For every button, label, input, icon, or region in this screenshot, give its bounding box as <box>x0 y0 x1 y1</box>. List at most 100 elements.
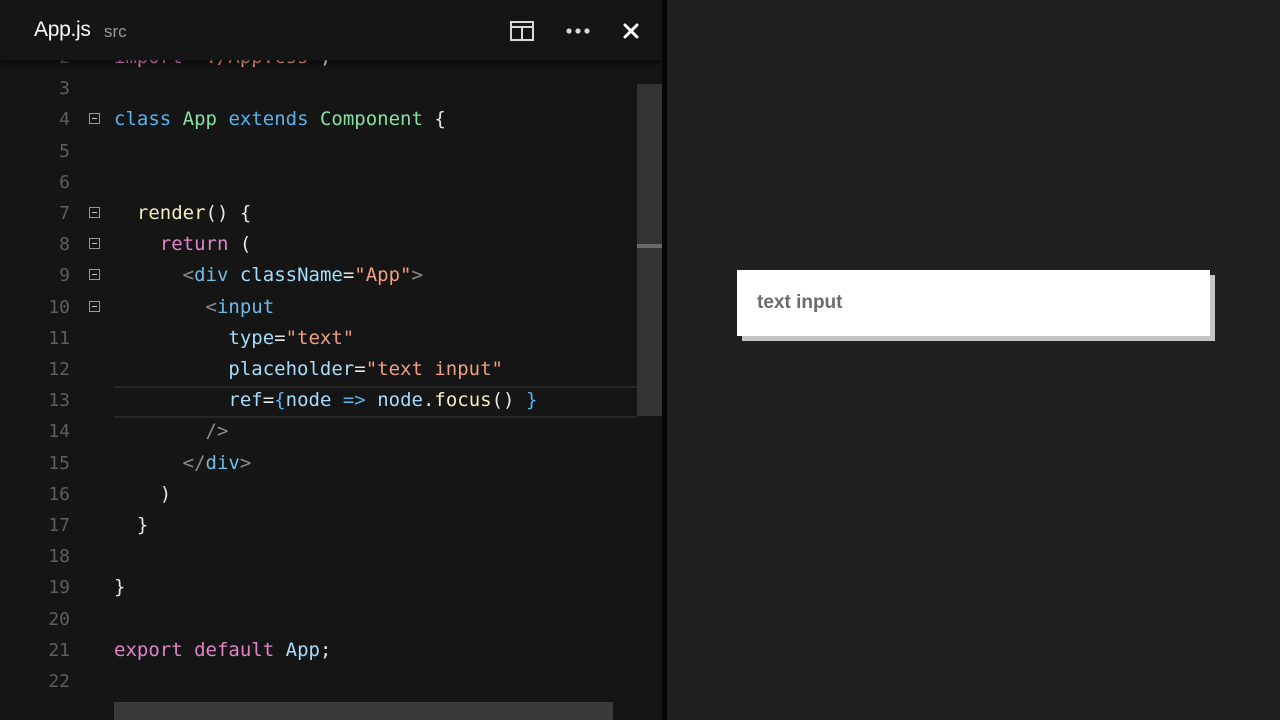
code-text: placeholder="text input" <box>114 354 503 385</box>
code-token: return <box>159 233 229 256</box>
code-text: ref={node => node.focus() } <box>114 385 537 416</box>
code-text: export default App; <box>114 635 331 666</box>
tab-folder: src <box>104 22 127 41</box>
line-number: 19 <box>48 577 70 599</box>
line-number: 12 <box>48 359 70 380</box>
code-area[interactable]: 2import './App.css';34class App extends … <box>0 0 637 720</box>
code-line[interactable]: 4 class App extends Component { <box>0 104 637 135</box>
fold-minus-icon[interactable] <box>89 269 100 281</box>
vertical-scrollbar[interactable] <box>637 84 662 416</box>
editor-tab-bar: App.js src <box>0 0 662 60</box>
code-token: "text input" <box>365 358 503 380</box>
code-text: return ( <box>114 229 252 260</box>
line-number: 14 <box>48 421 70 443</box>
horizontal-scrollbar[interactable] <box>114 702 613 720</box>
preview-text-input[interactable] <box>737 270 1210 336</box>
code-line[interactable]: 16 ) <box>0 479 637 510</box>
code-token: node <box>285 389 332 412</box>
fold-minus-icon[interactable] <box>89 300 100 312</box>
code-token: class <box>114 108 172 131</box>
more-actions-icon[interactable] <box>564 17 592 45</box>
code-line[interactable]: 19} <box>0 572 637 603</box>
code-token: = <box>274 326 286 349</box>
code-token: className <box>239 264 343 287</box>
code-text: } <box>114 572 125 603</box>
code-line[interactable]: 7 render() { <box>0 198 637 229</box>
code-token: = <box>354 358 366 380</box>
code-token: placeholder <box>228 358 355 380</box>
code-token: ; <box>319 638 332 661</box>
code-token: /> <box>205 420 229 443</box>
code-line[interactable]: 8 return ( <box>0 229 637 260</box>
code-token: ( <box>228 233 252 256</box>
code-line[interactable]: 13 ref={node => node.focus() } <box>0 385 637 416</box>
code-line[interactable]: 12 placeholder="text input" <box>0 354 637 385</box>
line-number: 11 <box>48 327 70 349</box>
code-line[interactable]: 10 <input <box>0 292 637 323</box>
fold-minus-icon[interactable] <box>89 238 100 250</box>
code-line[interactable]: 15 </div> <box>0 448 637 479</box>
line-number: 6 <box>59 171 70 193</box>
code-token: => <box>342 389 366 412</box>
tab-filename[interactable]: App.js <box>34 18 91 42</box>
code-token: . <box>422 389 435 412</box>
code-token: } <box>114 576 126 599</box>
code-token: "text" <box>285 326 355 349</box>
code-line[interactable]: 21 export default App; <box>0 635 637 666</box>
code-line[interactable]: 18 <box>0 541 637 572</box>
code-token: { <box>274 389 286 412</box>
code-line[interactable]: 20 <box>0 604 637 635</box>
split-editor-icon[interactable] <box>508 17 536 45</box>
code-line[interactable]: 5 <box>0 136 637 167</box>
code-text: <div className="App"> <box>114 260 423 291</box>
code-token: export <box>114 638 183 661</box>
fold-minus-icon[interactable] <box>89 113 100 125</box>
code-token: App <box>285 638 320 661</box>
code-text: } <box>114 510 148 541</box>
code-token: type <box>228 326 275 349</box>
code-line[interactable]: 9 <div className="App"> <box>0 260 637 291</box>
code-token: render <box>136 202 206 224</box>
line-number: 22 <box>48 671 70 692</box>
preview-input-wrap <box>737 270 1215 341</box>
line-number: 17 <box>48 515 70 536</box>
code-token: input <box>216 295 275 318</box>
fold-minus-icon[interactable] <box>89 207 100 218</box>
code-token: = <box>262 389 275 412</box>
line-number: 8 <box>59 234 70 256</box>
code-text: class App extends Component { <box>114 104 446 135</box>
code-token: App <box>182 108 217 131</box>
code-token: Component <box>319 108 423 131</box>
code-line[interactable]: 6 <box>0 167 637 198</box>
code-line[interactable]: 22 <box>0 666 637 697</box>
editor-pane: 2import './App.css';34class App extends … <box>0 0 662 720</box>
code-token: > <box>239 451 252 474</box>
close-icon[interactable] <box>617 17 645 45</box>
code-line[interactable]: 14 /> <box>0 416 637 447</box>
line-number: 15 <box>48 452 70 474</box>
scrollbar-cursor-marker <box>637 244 662 248</box>
code-line[interactable]: 3 <box>0 73 637 104</box>
code-line[interactable]: 17 } <box>0 510 637 541</box>
code-token: < <box>205 295 217 318</box>
code-line[interactable]: 11 type="text" <box>0 323 637 354</box>
line-number: 18 <box>48 546 70 568</box>
line-number: 21 <box>48 639 70 661</box>
line-number: 13 <box>48 390 70 412</box>
code-token: { <box>422 108 446 131</box>
code-text: /> <box>114 416 229 447</box>
code-token: div <box>205 451 240 474</box>
code-token: < <box>182 264 195 287</box>
code-token: } <box>525 389 538 412</box>
